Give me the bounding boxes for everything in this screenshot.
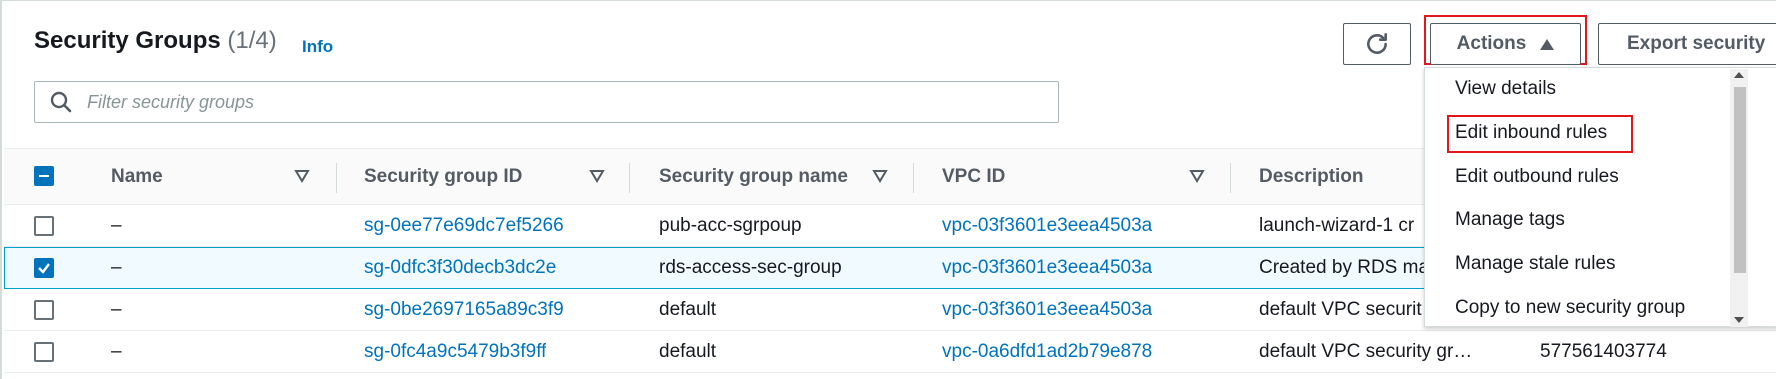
refresh-button[interactable] [1343,23,1411,65]
cell-vpc-id-link[interactable]: vpc-03f3601e3eea4503a [942,299,1152,321]
sort-icon[interactable] [1189,169,1205,183]
cell-sg-name: pub-acc-sgrpoup [659,215,802,236]
export-button[interactable]: Export security [1598,23,1776,65]
scroll-down-arrow-icon[interactable] [1734,317,1744,323]
menu-item-edit-inbound-rules[interactable]: Edit inbound rules [1455,122,1607,144]
cell-name: – [111,257,122,278]
column-header-sg-name[interactable]: Security group name [659,166,848,188]
cell-sg-id-link[interactable]: sg-0fc4a9c5479b3f9ff [364,341,546,363]
scroll-up-arrow-icon[interactable] [1734,72,1744,78]
menu-item-manage-stale-rules[interactable]: Manage stale rules [1455,253,1616,275]
cell-vpc-id-link[interactable]: vpc-03f3601e3eea4503a [942,215,1152,237]
export-label: Export security [1627,33,1766,54]
cell-sg-name: default [659,341,717,362]
sort-icon[interactable] [589,169,605,183]
actions-dropdown-menu: View details Edit inbound rules Edit out… [1424,67,1776,327]
row-checkbox[interactable] [34,342,54,362]
row-checkbox[interactable] [34,216,54,236]
cell-owner: 577561403774 [1540,341,1667,362]
cell-vpc-id-link[interactable]: vpc-0a6dfd1ad2b79e878 [942,341,1152,363]
column-divider[interactable] [629,163,630,193]
search-placeholder: Filter security groups [87,91,255,112]
row-checkbox[interactable] [34,300,54,320]
column-header-name[interactable]: Name [111,166,163,188]
column-divider[interactable] [913,163,914,193]
scrollbar-thumb[interactable] [1734,87,1746,273]
cell-name: – [111,299,122,320]
sort-icon[interactable] [294,169,310,183]
page-title: Security Groups (1/4) [34,27,277,55]
refresh-icon [1367,32,1387,54]
cell-vpc-id-link[interactable]: vpc-03f3601e3eea4503a [942,257,1152,279]
column-header-sg-id[interactable]: Security group ID [364,166,522,188]
cell-name: – [111,341,122,362]
cell-description: launch-wizard-1 cr [1259,215,1415,236]
menu-item-edit-outbound-rules[interactable]: Edit outbound rules [1455,166,1619,188]
column-divider[interactable] [1230,163,1231,193]
row-checkbox-checked[interactable] [34,258,54,278]
cell-description: default VPC security gr… [1259,341,1473,362]
column-header-description[interactable]: Description [1259,166,1364,188]
search-field[interactable]: Filter security groups [34,81,1059,123]
actions-button[interactable]: Actions [1430,23,1581,65]
cell-description: Created by RDS ma [1259,257,1424,278]
search-icon [50,91,72,113]
selection-count: (1/4) [227,27,277,54]
menu-item-view-details[interactable]: View details [1455,78,1556,100]
security-groups-panel: Security Groups (1/4) Info Actions Expor… [0,0,1776,379]
menu-item-copy-to-new-security-group[interactable]: Copy to new security group [1455,297,1685,319]
info-link[interactable]: Info [302,37,333,57]
cell-sg-name: rds-access-sec-group [659,257,842,278]
cell-sg-name: default [659,299,717,320]
actions-label: Actions [1456,33,1527,54]
select-all-checkbox[interactable] [34,166,54,186]
menu-scrollbar[interactable] [1730,69,1748,327]
column-header-vpc-id[interactable]: VPC ID [942,166,1005,188]
cell-name: – [111,215,122,236]
table-row[interactable]: – sg-0fc4a9c5479b3f9ff default vpc-0a6df… [4,331,1776,373]
menu-item-manage-tags[interactable]: Manage tags [1455,209,1565,231]
caret-up-icon [1540,38,1555,50]
column-divider[interactable] [336,163,337,193]
cell-sg-id-link[interactable]: sg-0be2697165a89c3f9 [364,299,564,321]
page-title-text: Security Groups [34,27,221,54]
cell-sg-id-link[interactable]: sg-0dfc3f30decb3dc2e [364,257,556,279]
checkmark-icon [38,263,50,274]
cell-sg-id-link[interactable]: sg-0ee77e69dc7ef5266 [364,215,564,237]
sort-icon[interactable] [872,169,888,183]
cell-description: default VPC securit [1259,299,1422,320]
